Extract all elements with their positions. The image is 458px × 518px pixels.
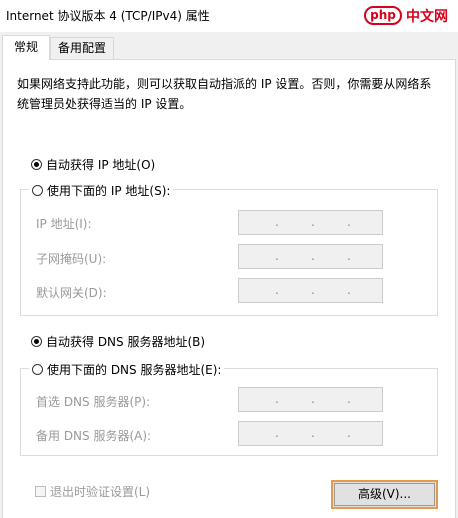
validate-on-exit-label: 退出时验证设置(L) [50,485,151,499]
ip-dot: . [311,215,315,229]
auto-dns-radio[interactable]: 自动获得 DNS 服务器地址(B) [31,333,205,350]
manual-dns-label: 使用下面的 DNS 服务器地址(E): [47,363,222,377]
radio-unselected-icon [32,364,43,375]
default-gateway-input[interactable]: . . . [238,278,383,303]
ip-dot: . [275,426,279,440]
radio-unselected-icon [32,185,43,196]
manual-dns-radio[interactable]: 使用下面的 DNS 服务器地址(E): [29,361,225,378]
ip-address-label: IP 地址(I): [36,217,92,231]
default-gateway-label: 默认网关(D): [36,286,107,300]
ip-dot: . [347,249,351,263]
ip-dot: . [275,392,279,406]
tab-general[interactable]: 常规 [2,35,50,60]
subnet-mask-input[interactable]: . . . [238,244,383,269]
ip-dot: . [311,392,315,406]
tab-alternate-configuration[interactable]: 备用配置 [50,37,114,60]
preferred-dns-input[interactable]: . . . [238,387,383,412]
advanced-button[interactable]: 高级(V)... [331,480,438,509]
auto-dns-label: 自动获得 DNS 服务器地址(B) [46,335,206,349]
validate-on-exit-checkbox[interactable]: 退出时验证设置(L) [35,483,150,500]
ip-dot: . [311,283,315,297]
watermark-text: 中文网 [406,9,448,25]
ip-dot: . [311,426,315,440]
ip-dot: . [347,283,351,297]
subnet-mask-label: 子网掩码(U): [36,252,107,266]
ip-dot: . [347,426,351,440]
manual-ip-label: 使用下面的 IP 地址(S): [47,184,171,198]
description-text: 如果网络支持此功能，则可以获取自动指派的 IP 设置。否则，你需要从网络系统管理… [17,77,432,111]
manual-ip-radio[interactable]: 使用下面的 IP 地址(S): [29,182,174,199]
ip-dot: . [275,283,279,297]
auto-ip-label: 自动获得 IP 地址(O) [46,158,156,172]
alternate-dns-label: 备用 DNS 服务器(A): [36,429,152,443]
ip-dot: . [347,215,351,229]
watermark-badge: php [364,6,402,25]
alternate-dns-input[interactable]: . . . [238,421,383,446]
preferred-dns-label: 首选 DNS 服务器(P): [36,395,151,409]
checkbox-icon [35,486,46,497]
ip-dot: . [311,249,315,263]
ip-address-input[interactable]: . . . [238,210,383,235]
watermark-logo: php 中文网 [358,0,458,30]
ip-dot: . [275,249,279,263]
ip-dot: . [275,215,279,229]
ip-dot: . [347,392,351,406]
auto-ip-radio[interactable]: 自动获得 IP 地址(O) [31,156,155,173]
window-title: Internet 协议版本 4 (TCP/IPv4) 属性 [6,9,210,23]
radio-selected-icon [31,336,42,347]
radio-selected-icon [31,159,42,170]
